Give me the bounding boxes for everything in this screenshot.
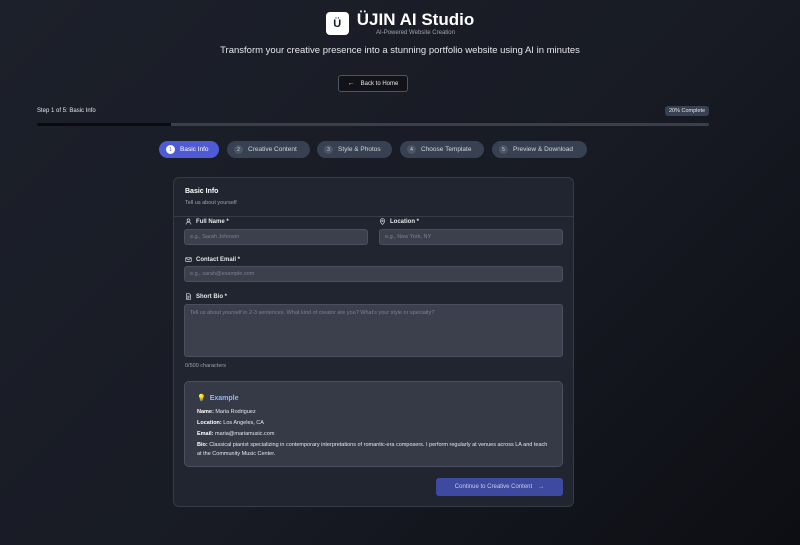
- basic-info-card: Basic Info Tell us about yourself Full N…: [173, 177, 574, 507]
- full-name-label: Full Name *: [185, 218, 229, 225]
- mail-icon: [185, 257, 192, 262]
- step-tab-style-photos[interactable]: 3 Style & Photos: [317, 141, 392, 158]
- step-number: 3: [324, 145, 333, 154]
- step-tabs: 1 Basic Info 2 Creative Content 3 Style …: [0, 141, 800, 158]
- step-tab-basic-info[interactable]: 1 Basic Info: [159, 141, 219, 158]
- tagline: Transform your creative presence into a …: [220, 45, 580, 56]
- contact-email-input[interactable]: [184, 266, 563, 282]
- step-tab-label: Preview & Download: [513, 146, 573, 153]
- progress-bar-fill: [37, 123, 172, 126]
- logo-icon: Ü: [325, 12, 349, 35]
- lightbulb-icon: 💡: [197, 395, 206, 402]
- step-tab-label: Creative Content: [248, 146, 297, 153]
- bio-char-count: 0/500 characters: [185, 363, 226, 369]
- card-subtitle: Tell us about yourself: [185, 200, 237, 206]
- example-location: Location: Los Angeles, CA: [197, 420, 264, 426]
- example-name: Name: Maria Rodriguez: [197, 409, 256, 415]
- short-bio-textarea[interactable]: [184, 304, 563, 357]
- step-tab-creative-content[interactable]: 2 Creative Content: [227, 141, 310, 158]
- user-icon: [185, 218, 192, 225]
- step-tab-label: Basic Info: [180, 146, 209, 153]
- app-title: ÜJIN AI Studio: [356, 10, 475, 29]
- percent-complete-badge: 20% Complete: [665, 106, 709, 116]
- example-box: 💡 Example Name: Maria Rodriguez Location…: [184, 381, 563, 467]
- step-label: Step 1 of 5: Basic Info: [37, 108, 96, 114]
- back-to-home-button[interactable]: ← Back to Home: [338, 75, 408, 92]
- contact-email-label: Contact Email *: [185, 256, 240, 263]
- example-bio: Bio: Classical pianist specializing in c…: [197, 442, 548, 457]
- step-number: 2: [234, 145, 243, 154]
- example-title: 💡 Example: [197, 394, 239, 403]
- short-bio-label: Short Bio *: [185, 293, 227, 300]
- arrow-right-icon: →: [538, 484, 545, 490]
- step-tab-choose-template[interactable]: 4 Choose Template: [400, 141, 484, 158]
- progress-bar: [37, 123, 709, 126]
- step-number: 4: [407, 145, 416, 154]
- arrow-left-icon: ←: [347, 80, 355, 87]
- step-tab-preview-download[interactable]: 5 Preview & Download: [492, 141, 587, 158]
- step-tab-label: Choose Template: [421, 146, 472, 153]
- app-subtitle: AI-Powered Website Creation: [376, 30, 455, 36]
- card-divider: [174, 216, 573, 217]
- brand-header: Ü ÜJIN AI Studio AI-Powered Website Crea…: [0, 10, 800, 37]
- document-icon: [186, 293, 191, 300]
- location-label: Location *: [379, 218, 419, 225]
- location-input[interactable]: [379, 229, 563, 245]
- map-pin-icon: [379, 218, 386, 225]
- continue-button[interactable]: Continue to Creative Content →: [436, 478, 563, 496]
- full-name-input[interactable]: [184, 229, 368, 245]
- example-email: Email: maria@mariamusic.com: [197, 431, 275, 437]
- step-number: 5: [499, 145, 508, 154]
- step-tab-label: Style & Photos: [338, 146, 381, 153]
- card-title: Basic Info: [185, 188, 219, 195]
- step-number: 1: [166, 145, 175, 154]
